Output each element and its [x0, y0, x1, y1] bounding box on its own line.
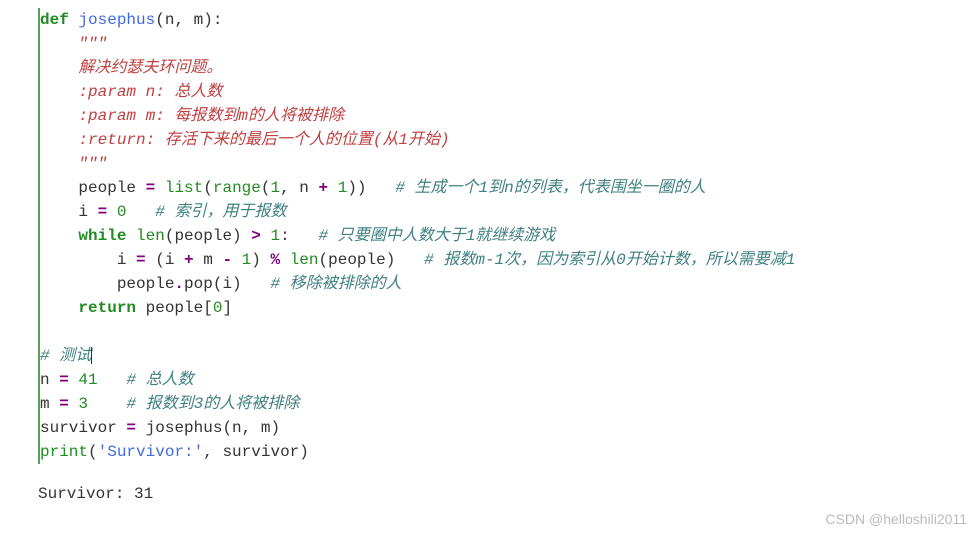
comment: # 移除被排除的人 [270, 275, 401, 293]
code-line-15: n = 41 # 总人数 [40, 368, 979, 392]
docstring-text: 解决约瑟夫环问题。 [78, 59, 222, 77]
comment: # 只要圈中人数大于1就继续游戏 [319, 227, 556, 245]
code-line-7: """ [40, 152, 979, 176]
code-line-17: survivor = josephus(n, m) [40, 416, 979, 440]
output-line: Survivor: 31 [38, 482, 979, 506]
builtin-len: len [136, 227, 165, 245]
code-line-18: print('Survivor:', survivor) [40, 440, 979, 464]
code-line-6: :return: 存活下来的最后一个人的位置(从1开始) [40, 128, 979, 152]
builtin-print: print [40, 443, 88, 461]
keyword-return: return [78, 299, 136, 317]
watermark: CSDN @helloshili2011 [825, 509, 967, 530]
keyword-while: while [78, 227, 126, 245]
code-line-11: i = (i + m - 1) % len(people) # 报数m-1次，因… [40, 248, 979, 272]
code-line-3: 解决约瑟夫环问题。 [40, 56, 979, 80]
code-line-13: return people[0] [40, 296, 979, 320]
string-literal: 'Survivor:' [98, 443, 204, 461]
comment: # 索引，用于报数 [155, 203, 286, 221]
code-line-12: people.pop(i) # 移除被排除的人 [40, 272, 979, 296]
comment-test: # 测试 [40, 347, 91, 365]
code-line-5: :param m: 每报数到m的人将被排除 [40, 104, 979, 128]
code-line-9: i = 0 # 索引，用于报数 [40, 200, 979, 224]
code-line-4: :param n: 总人数 [40, 80, 979, 104]
docstring-param-n: :param n: 总人数 [78, 83, 222, 101]
comment: # 总人数 [126, 371, 193, 389]
code-line-2: """ [40, 32, 979, 56]
code-line-1: def josephus(n, m): [40, 8, 979, 32]
comment: # 报数到3的人将被排除 [126, 395, 299, 413]
keyword-def: def [40, 11, 69, 29]
function-name: josephus [78, 11, 155, 29]
builtin-len: len [290, 251, 319, 269]
code-line-10: while len(people) > 1: # 只要圈中人数大于1就继续游戏 [40, 224, 979, 248]
builtin-list: list [165, 179, 203, 197]
builtin-range: range [213, 179, 261, 197]
comment: # 报数m-1次，因为索引从0开始计数，所以需要减1 [424, 251, 795, 269]
docstring-param-m: :param m: 每报数到m的人将被排除 [78, 107, 344, 125]
code-line-8: people = list(range(1, n + 1)) # 生成一个1到n… [40, 176, 979, 200]
code-block: def josephus(n, m): """ 解决约瑟夫环问题。 :param… [38, 8, 979, 464]
code-line-blank [40, 320, 979, 344]
docstring-open: """ [78, 35, 107, 53]
comment: # 生成一个1到n的列表，代表围坐一圈的人 [395, 179, 705, 197]
docstring-return: :return: 存活下来的最后一个人的位置(从1开始) [78, 131, 449, 149]
code-line-14: # 测试 [40, 344, 979, 368]
docstring-close: """ [78, 155, 107, 173]
code-line-16: m = 3 # 报数到3的人将被排除 [40, 392, 979, 416]
text-cursor [91, 348, 92, 364]
